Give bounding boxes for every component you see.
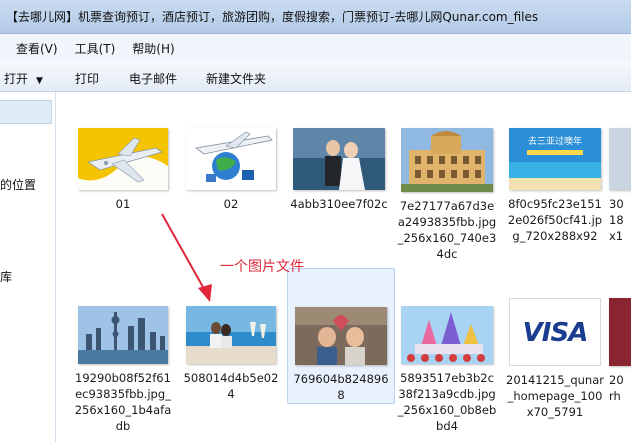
file-name: 20141215_qunar_homepage_100x70_5791 <box>506 373 604 419</box>
file-thumbnail <box>295 307 387 365</box>
menu-tools[interactable]: 工具(T) <box>75 40 116 57</box>
nav-item-libraries[interactable]: 库 <box>0 268 12 285</box>
annotation-arrow <box>161 213 212 302</box>
file-item[interactable]: 5893517eb3b2c38f213a9cdb.jpg_256x160_0b8… <box>393 306 501 434</box>
shanghai-skyline-image <box>78 306 168 364</box>
file-name: 769604b8248968 <box>293 372 389 402</box>
menu-help[interactable]: 帮助(H) <box>132 40 174 57</box>
annotation-label: 一个图片文件 <box>220 259 304 275</box>
file-item[interactable]: VISA 20141215_qunar_homepage_100x70_5791 <box>501 298 609 420</box>
file-item[interactable]: 02 <box>177 128 285 212</box>
navigation-pane: 的位置 库 <box>0 92 56 442</box>
print-button[interactable]: 打印 <box>75 70 99 87</box>
file-thumbnail <box>293 128 385 190</box>
file-item[interactable]: 01 <box>69 128 177 212</box>
file-thumbnail: VISA <box>509 298 601 366</box>
file-item[interactable]: 508014d4b5e024 <box>177 306 285 402</box>
file-thumbnail <box>401 128 493 192</box>
file-item[interactable]: 去三亚过噢年 8f0c95fc23e1512e026f50cf41.jpg_72… <box>501 128 609 244</box>
menu-bar: 查看(V) 工具(T) 帮助(H) <box>0 34 631 62</box>
file-name: 19290b08f52f61ec93835fbb.jpg_256x160_1b4… <box>74 371 172 433</box>
file-name: 7e27177a67d3ea2493835fbb.jpg_256x160_740… <box>397 199 497 261</box>
file-name: 508014d4b5e024 <box>183 371 279 401</box>
file-name: 30 18 x1 <box>609 197 624 243</box>
couple-sea-image <box>186 306 276 364</box>
file-name: 8f0c95fc23e1512e026f50cf41.jpg_720x288x9… <box>507 197 603 243</box>
file-item[interactable]: 4abb310ee7f02c <box>285 128 393 212</box>
chevron-down-icon: ▼ <box>36 76 43 86</box>
nav-item-locations[interactable]: 的位置 <box>0 176 36 193</box>
nav-selected-item[interactable] <box>0 100 52 124</box>
open-button-label: 打开 <box>4 72 29 86</box>
banner-text: 去三亚过噢年 <box>528 135 582 147</box>
hotel-building-image <box>401 128 493 192</box>
wedding-couple-image <box>293 128 385 190</box>
file-thumbnail <box>186 306 276 364</box>
file-thumbnail <box>609 128 631 190</box>
file-thumbnail <box>186 128 276 190</box>
couple-heart-image <box>295 307 387 365</box>
file-thumbnail <box>401 306 493 364</box>
file-name: 20 rh <box>609 373 624 403</box>
new-folder-button[interactable]: 新建文件夹 <box>206 70 266 87</box>
file-item-selected[interactable]: 769604b8248968 <box>287 268 395 404</box>
file-item[interactable]: 30 18 x1 <box>609 128 631 244</box>
email-button[interactable]: 电子邮件 <box>129 70 177 87</box>
sanya-beach-banner-image: 去三亚过噢年 <box>509 128 601 190</box>
open-button[interactable]: 打开 ▼ <box>4 70 43 87</box>
window-title: 【去哪儿网】机票查询预订，酒店预订，旅游团购，度假搜索，门票预订-去哪儿网Qun… <box>6 10 539 24</box>
file-thumbnail: 去三亚过噢年 <box>509 128 601 190</box>
theme-park-image <box>401 306 493 364</box>
file-list: 01 02 4abb310ee7f02c 7e27177a67d3ea24938… <box>57 92 631 442</box>
file-thumbnail <box>78 306 168 364</box>
visa-logo: VISA <box>522 318 589 348</box>
file-name: 4abb310ee7f02c <box>290 197 388 211</box>
menu-view[interactable]: 查看(V) <box>16 40 58 57</box>
file-name: 5893517eb3b2c38f213a9cdb.jpg_256x160_0b8… <box>397 371 497 433</box>
airplane-globe-image <box>186 128 276 190</box>
file-thumbnail <box>78 128 168 190</box>
file-thumbnail <box>609 298 631 366</box>
file-item[interactable]: 7e27177a67d3ea2493835fbb.jpg_256x160_740… <box>393 128 501 262</box>
file-item[interactable]: 19290b08f52f61ec93835fbb.jpg_256x160_1b4… <box>69 306 177 434</box>
airplane-yellow-image <box>78 128 168 190</box>
file-item[interactable]: 20 rh <box>609 298 631 404</box>
window-title-bar: 【去哪儿网】机票查询预订，酒店预订，旅游团购，度假搜索，门票预订-去哪儿网Qun… <box>0 0 631 34</box>
command-toolbar: 打开 ▼ 打印 电子邮件 新建文件夹 <box>0 62 631 92</box>
